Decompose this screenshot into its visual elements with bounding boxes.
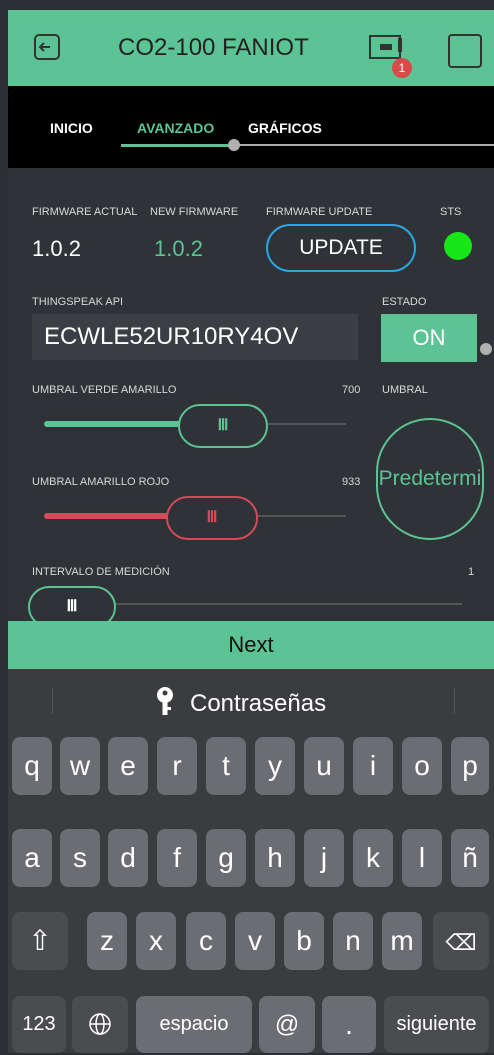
key-l[interactable]: l: [402, 829, 442, 887]
firmware-actual-value: 1.0.2: [32, 236, 81, 261]
divider-right: [454, 688, 455, 714]
umbral-amarillo-value: 933: [342, 476, 361, 488]
intervalo-value: 1: [468, 566, 475, 578]
umbral-verde-slider-handle[interactable]: Ⅲ: [178, 404, 268, 448]
key-b[interactable]: b: [284, 912, 324, 970]
app-title: CO2-100 FANIOT: [118, 34, 309, 61]
key-m[interactable]: m: [382, 912, 422, 970]
key-icon: [154, 686, 176, 723]
key-n[interactable]: n: [333, 912, 373, 970]
key-w[interactable]: w: [60, 737, 100, 795]
menu-square-icon[interactable]: [448, 34, 482, 68]
key-x[interactable]: x: [136, 912, 176, 970]
numbers-key[interactable]: 123: [12, 996, 66, 1053]
divider-left: [52, 688, 53, 714]
backspace-key[interactable]: ⌫: [433, 912, 489, 970]
key-t[interactable]: t: [206, 737, 246, 795]
globe-icon: [88, 1011, 112, 1042]
shift-icon: ⇧: [28, 925, 52, 956]
status-led: [444, 232, 472, 260]
back-icon[interactable]: [32, 32, 62, 62]
estado-label: ESTADO: [382, 296, 427, 308]
notification-badge: 1: [392, 58, 412, 78]
firmware-update-label: FIRMWARE UPDATE: [266, 206, 373, 218]
dot-key[interactable]: .: [322, 996, 376, 1053]
key-u[interactable]: u: [304, 737, 344, 795]
update-button[interactable]: UPDATE: [266, 224, 416, 272]
umbral-verde-value: 700: [342, 384, 361, 396]
key-e[interactable]: e: [108, 737, 148, 795]
tab-scroll-handle[interactable]: [228, 139, 240, 151]
predeterminado-button[interactable]: Predetermi: [376, 418, 484, 540]
new-firmware-label: NEW FIRMWARE: [150, 206, 239, 218]
key-n-tilde[interactable]: ñ: [451, 829, 489, 887]
thingspeak-api-input[interactable]: ECWLE52UR10RY4OV: [32, 314, 358, 360]
key-h[interactable]: h: [255, 829, 295, 887]
umbral-amarillo-fill: [44, 513, 174, 519]
umbral-verde-label: UMBRAL VERDE AMARILLO: [32, 384, 177, 396]
at-key[interactable]: @: [259, 996, 315, 1053]
key-a[interactable]: a: [12, 829, 52, 887]
key-q[interactable]: q: [12, 737, 52, 795]
key-g[interactable]: g: [206, 829, 246, 887]
key-f[interactable]: f: [157, 829, 197, 887]
new-firmware-value: 1.0.2: [154, 236, 203, 261]
sts-label: STS: [440, 206, 462, 218]
globe-key[interactable]: [72, 996, 128, 1053]
shift-key[interactable]: ⇧: [12, 912, 68, 970]
umbral-amarillo-slider-handle[interactable]: Ⅲ: [166, 496, 258, 540]
key-j[interactable]: j: [304, 829, 344, 887]
key-y[interactable]: y: [255, 737, 295, 795]
side-scroll-handle[interactable]: [480, 343, 492, 355]
tab-inicio[interactable]: INICIO: [50, 120, 93, 136]
intervalo-track: [110, 603, 462, 605]
estado-on-button[interactable]: ON: [381, 314, 477, 362]
key-p[interactable]: p: [451, 737, 489, 795]
passwords-suggestion[interactable]: Contraseñas: [190, 690, 326, 718]
key-c[interactable]: c: [186, 912, 226, 970]
thingspeak-label: THINGSPEAK API: [32, 296, 124, 308]
tab-graficos[interactable]: GRÁFICOS: [248, 120, 322, 136]
next-bar[interactable]: Next: [8, 621, 494, 669]
key-s[interactable]: s: [60, 829, 100, 887]
tab-scroll-line: [234, 144, 494, 146]
next-key[interactable]: siguiente: [384, 996, 489, 1053]
space-key[interactable]: espacio: [136, 996, 252, 1053]
backspace-icon: ⌫: [445, 930, 477, 955]
key-v[interactable]: v: [235, 912, 275, 970]
key-i[interactable]: i: [353, 737, 393, 795]
tab-avanzado[interactable]: AVANZADO: [137, 120, 214, 136]
active-tab-indicator: [121, 144, 239, 147]
umbral-amarillo-label: UMBRAL AMARILLO ROJO: [32, 476, 170, 488]
umbral-verde-fill: [44, 421, 184, 427]
key-o[interactable]: o: [402, 737, 442, 795]
umbral-label: UMBRAL: [382, 384, 428, 396]
key-d[interactable]: d: [108, 829, 148, 887]
firmware-actual-label: FIRMWARE ACTUAL: [32, 206, 138, 218]
key-k[interactable]: k: [353, 829, 393, 887]
intervalo-label: INTERVALO DE MEDICIÓN: [32, 566, 170, 578]
key-z[interactable]: z: [87, 912, 127, 970]
key-r[interactable]: r: [157, 737, 197, 795]
